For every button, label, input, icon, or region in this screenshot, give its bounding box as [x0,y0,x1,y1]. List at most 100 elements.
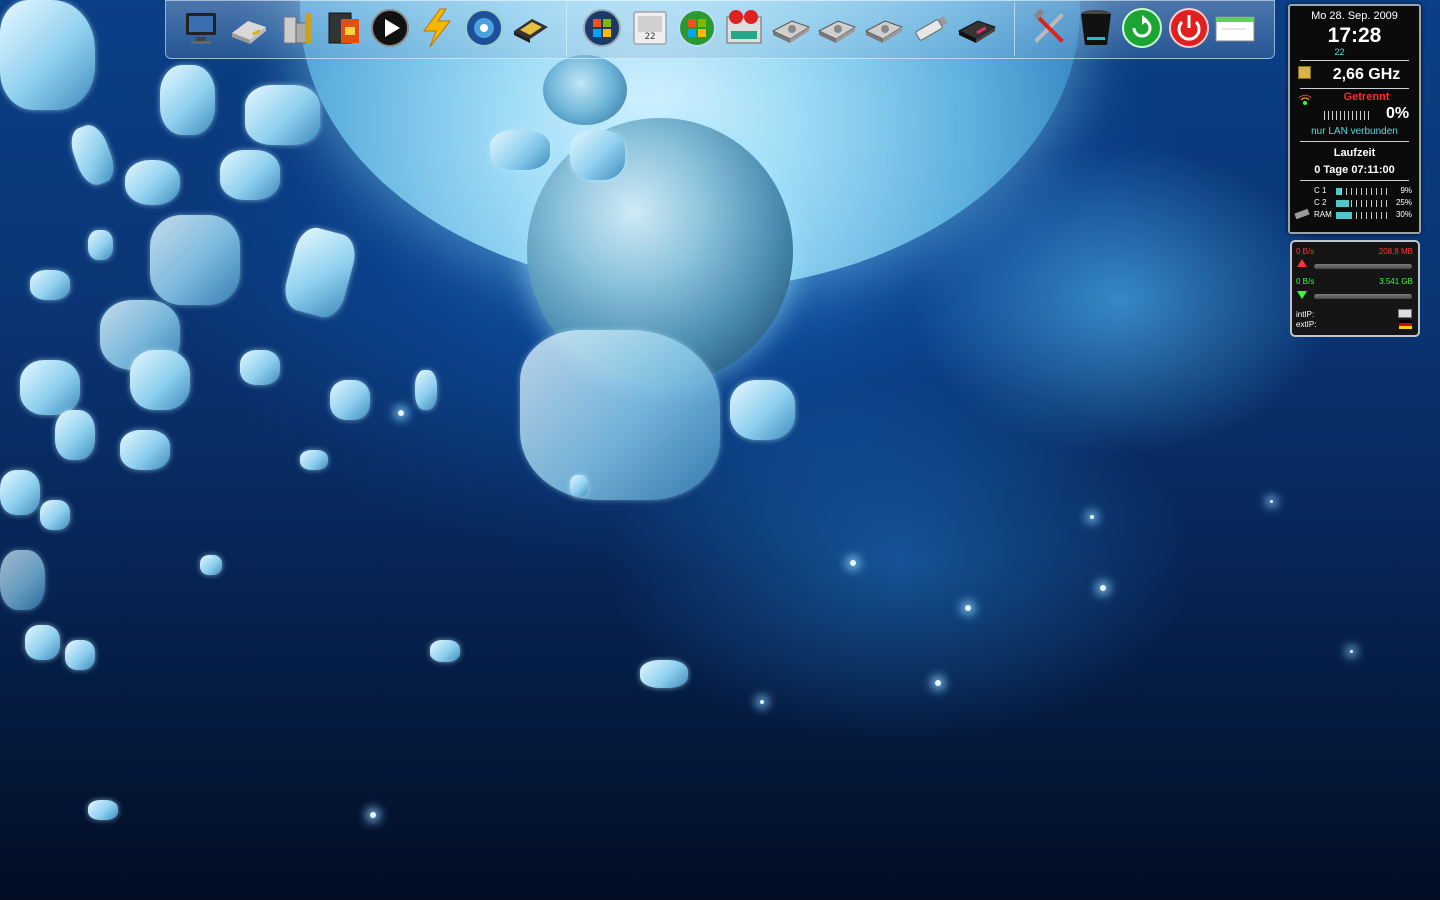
star [1350,650,1353,653]
system-monitor-gadget[interactable]: Mo 28. Sep. 2009 17:28 22 2,66 GHz Getre… [1288,4,1421,234]
ice-rock [200,555,222,575]
ice-rock [570,475,588,497]
calendar-icon-label: 22 [644,32,656,42]
clock-time: 17:28 [1327,24,1382,47]
divider [1300,60,1409,61]
usb-stick-icon[interactable] [910,7,952,49]
ice-rock [40,500,70,530]
ice-rock [25,625,60,660]
star [1100,585,1106,591]
bar-fill [1336,200,1349,207]
windows-start-icon[interactable] [581,7,623,49]
calendar-icon[interactable]: 22 [629,7,671,49]
ice-fragment [520,330,720,500]
divider [1300,88,1409,89]
quick-launch-dock: 22 [165,0,1275,59]
ice-rock [240,350,280,385]
ice-rock [130,350,190,410]
network-status: nur LAN verbunden [1311,126,1398,137]
ice-rock [150,215,240,305]
divider [1300,141,1409,142]
star [850,560,856,566]
wifi-status: Getrennt [1343,91,1390,103]
media-box-icon[interactable] [323,7,365,49]
int-ip-label: intIP: [1296,310,1315,319]
star [935,680,941,686]
bar-fill [1336,188,1341,195]
upload-meter [1314,264,1412,269]
bar-label: C 2 [1314,198,1327,207]
windows-logo-icon[interactable] [676,7,718,49]
upload-arrow-icon [1297,259,1307,267]
power-icon[interactable] [1168,7,1210,49]
recycle-bin-icon[interactable] [1075,7,1117,49]
bar-percent: 30% [1395,210,1412,219]
uptime-label: Laufzeit [1333,147,1376,159]
ice-rock [0,550,45,610]
clock-seconds: 22 [1334,47,1345,57]
ice-rock [125,160,180,205]
drive-icon[interactable] [228,7,270,49]
ice-rock [160,65,215,135]
desktop-wallpaper [0,0,1440,900]
ice-rock [415,370,437,410]
ice-rock [20,360,80,415]
star [1270,500,1273,503]
ice-rock [65,640,95,670]
ice-rock [30,270,70,300]
ice-rock [0,0,95,110]
bar-label: RAM [1314,210,1332,219]
ext-ip-label: extIP: [1296,320,1317,329]
download-arrow-icon [1297,291,1307,299]
computer-icon[interactable] [180,7,222,49]
download-total: 3.541 GB [1379,277,1413,286]
ice-rock [245,85,320,145]
hard-drive-3-icon[interactable] [863,7,905,49]
uptime-value: 0 Tage 07:11:00 [1314,164,1395,176]
tools-icon[interactable] [1028,7,1070,49]
play-icon[interactable] [369,7,411,49]
hard-drive-1-icon[interactable] [770,7,812,49]
cpu-core-2-bar: C 2 25% [1300,198,1412,209]
ram-chip-icon [1294,208,1310,220]
ice-rock [490,130,550,170]
media-player-icon[interactable] [463,7,505,49]
germany-flag-icon [1399,320,1412,329]
ice-rock [300,450,328,470]
star [1090,515,1094,519]
wifi-percent: 0% [1386,105,1410,122]
restart-icon[interactable] [1121,7,1163,49]
upload-total: 208,8 MB [1378,247,1413,256]
dock-separator [566,2,567,56]
ice-rock [88,800,118,820]
card-reader-icon[interactable] [956,7,998,49]
date-label: Mo 28. Sep. 2009 [1311,10,1398,22]
ice-rock [430,640,460,662]
devices-icon[interactable] [276,7,318,49]
ice-rock [0,470,40,515]
bar-track [1336,200,1388,207]
control-panel-icon[interactable] [723,7,765,49]
bar-track [1336,212,1388,219]
download-meter [1314,294,1412,299]
hard-drive-2-icon[interactable] [816,7,858,49]
folder-box-icon[interactable] [510,7,552,49]
ice-rock [640,660,688,688]
network-adapter-icon [1398,309,1412,318]
network-meter-gadget[interactable]: 0 B/s 208,8 MB 0 B/s 3.541 GB intIP: ext… [1290,240,1420,337]
lightning-icon[interactable] [416,7,458,49]
ice-rock [570,130,625,180]
bar-track [1336,188,1388,195]
bar-percent: 9% [1400,186,1412,195]
star [398,410,404,416]
ice-rock [120,430,170,470]
ram-bar: RAM 30% [1294,208,1412,221]
star [370,812,376,818]
ice-rock [330,380,370,420]
ice-rock [88,230,113,260]
star [965,605,971,611]
cpu-speed: 2,66 GHz [1332,66,1401,83]
divider [1300,180,1409,181]
window-icon[interactable] [1214,7,1256,49]
upload-rate: 0 B/s [1296,247,1315,256]
